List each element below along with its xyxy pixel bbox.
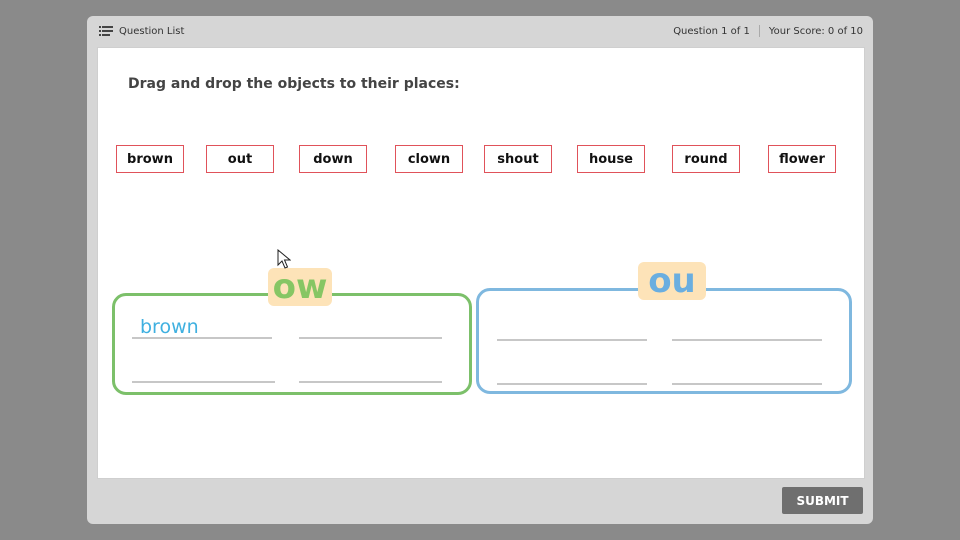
drop-slot-ou-3[interactable] [497,359,647,385]
drag-word-round[interactable]: round [672,145,740,173]
ow-label: ow [268,268,332,306]
status-area: Question 1 of 1 Your Score: 0 of 10 [673,23,863,39]
drag-word-down[interactable]: down [299,145,367,173]
drop-slot-ow-4[interactable] [299,357,442,383]
drag-word-brown[interactable]: brown [116,145,184,173]
drop-zone-ow[interactable]: brown [112,293,472,395]
drag-word-house[interactable]: house [577,145,645,173]
ou-label: ou [638,262,706,300]
mouse-pointer-icon [277,248,292,273]
drop-slot-ou-4[interactable] [672,359,822,385]
list-icon [99,26,113,36]
question-counter: Question 1 of 1 [673,25,750,37]
top-bar: Question List Question 1 of 1 Your Score… [87,16,873,46]
score-display: Your Score: 0 of 10 [768,25,863,37]
status-divider [758,25,760,37]
drag-word-clown[interactable]: clown [395,145,463,173]
question-prompt: Drag and drop the objects to their place… [128,76,460,92]
placed-word[interactable]: brown [140,316,199,338]
question-list-button[interactable]: Question List [99,23,184,39]
drag-word-shout[interactable]: shout [484,145,552,173]
drag-word-flower[interactable]: flower [768,145,836,173]
question-list-label: Question List [119,25,185,37]
drop-slot-ow-1[interactable]: brown [132,313,272,339]
question-panel: Drag and drop the objects to their place… [97,47,865,479]
drop-slot-ou-2[interactable] [672,315,822,341]
drag-word-out[interactable]: out [206,145,274,173]
drop-slot-ow-3[interactable] [132,357,275,383]
drop-slot-ou-1[interactable] [497,315,647,341]
drop-zone-ou[interactable] [476,288,852,394]
submit-button[interactable]: SUBMIT [782,487,863,514]
drop-slot-ow-2[interactable] [299,313,442,339]
quiz-frame: Question List Question 1 of 1 Your Score… [87,16,873,524]
